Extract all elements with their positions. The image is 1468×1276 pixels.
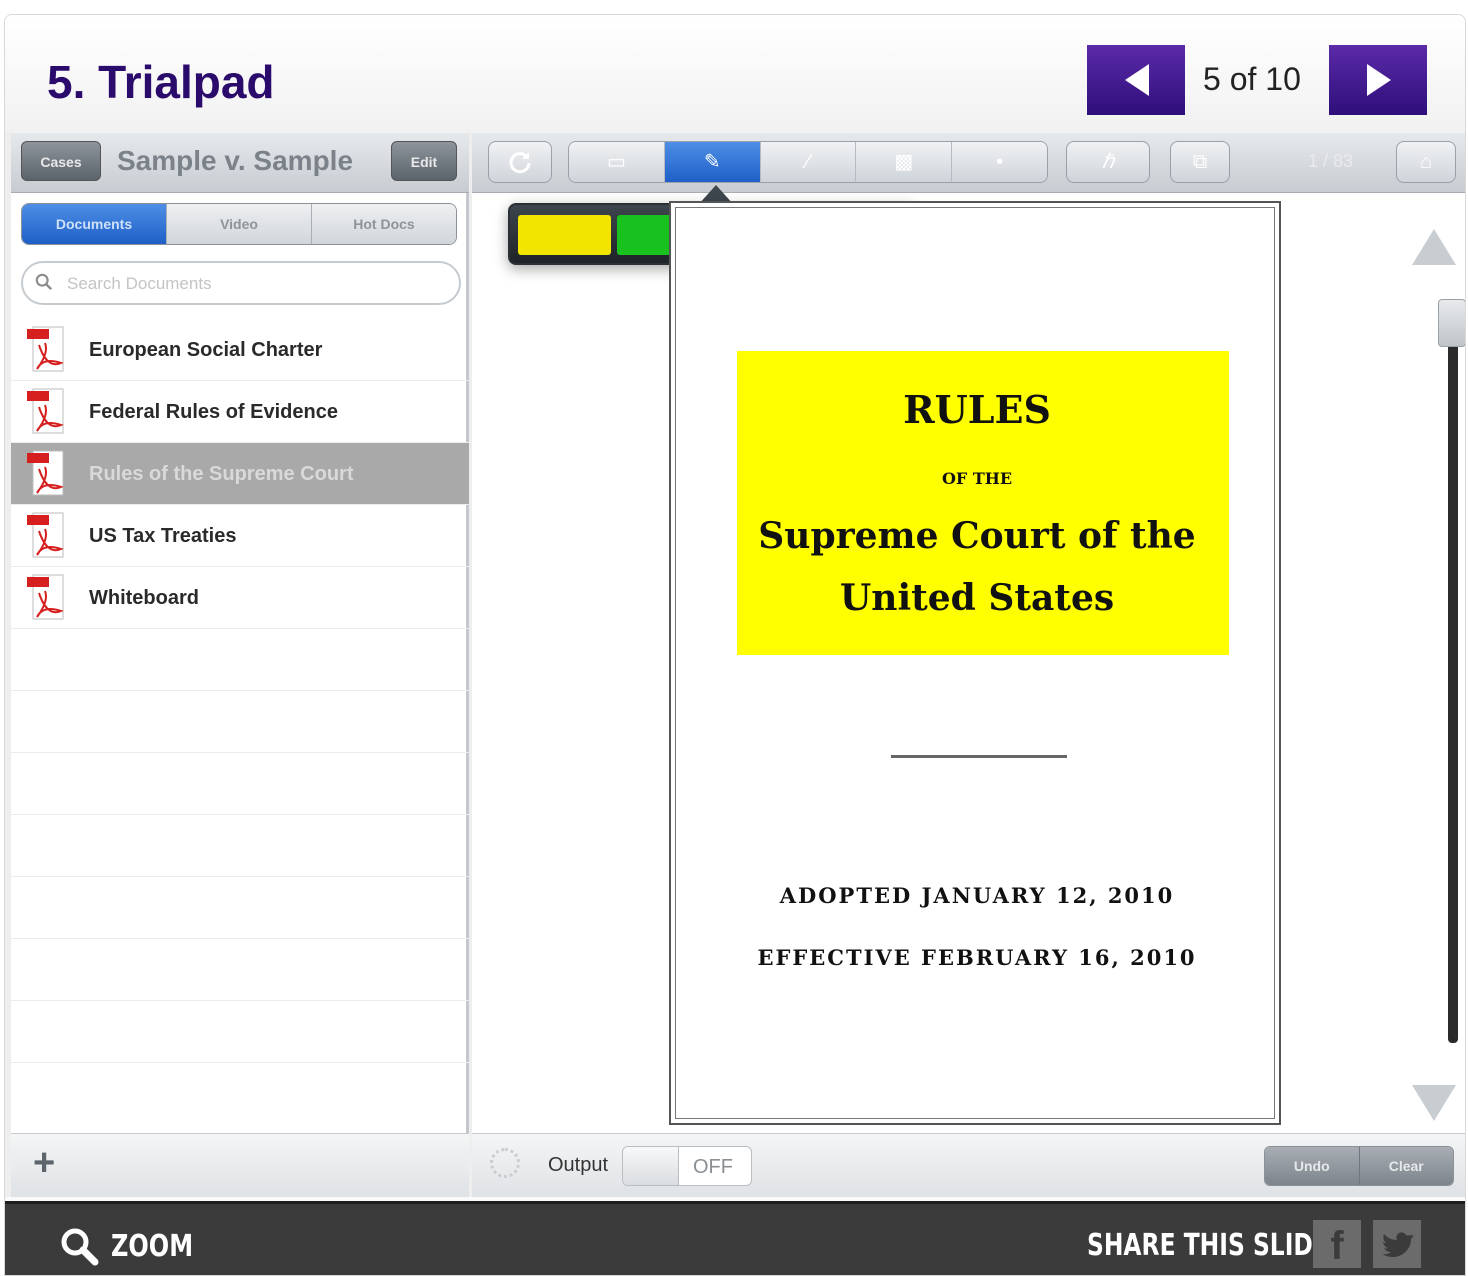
stamp-tool-button[interactable]: • bbox=[952, 142, 1047, 182]
pdf-icon bbox=[27, 512, 64, 558]
arrow-right-icon bbox=[1367, 64, 1391, 96]
add-document-button[interactable]: + bbox=[33, 1142, 55, 1185]
empty-row bbox=[11, 877, 469, 939]
page-scrollbar[interactable] bbox=[1448, 313, 1458, 1043]
output-label: Output bbox=[548, 1154, 609, 1176]
pdf-icon bbox=[27, 326, 64, 372]
viewer-footer: Output OFF Undo Clear bbox=[472, 1133, 1465, 1197]
zoom-label: ZOOM bbox=[111, 1228, 194, 1264]
signature-button[interactable]: ℏ bbox=[1066, 141, 1150, 183]
share-icon: ⧉ bbox=[1192, 151, 1208, 173]
document-label: US Tax Treaties bbox=[89, 525, 237, 547]
slide-header: 5. Trialpad 5 of 10 bbox=[5, 15, 1465, 133]
documents-footer: + bbox=[11, 1133, 469, 1197]
rotate-icon bbox=[509, 152, 531, 174]
zoom-button[interactable]: ZOOM bbox=[59, 1226, 214, 1266]
empty-row bbox=[11, 815, 469, 877]
home-icon: ⌂ bbox=[1419, 151, 1433, 173]
divider bbox=[891, 755, 1067, 758]
callout-icon: ▭ bbox=[606, 151, 626, 173]
slide-bottom-bar: ZOOM SHARE THIS SLIDE f bbox=[5, 1201, 1465, 1275]
page-count: 1 / 83 bbox=[1308, 151, 1354, 171]
annotation-tools: ▭ ✎ ∕ ▩ • bbox=[568, 141, 1048, 183]
toggle-state: OFF bbox=[693, 1156, 733, 1178]
document-row-rules-of-the-supreme-court[interactable]: Rules of the Supreme Court bbox=[11, 443, 469, 505]
pen-tool-button[interactable]: ∕ bbox=[760, 142, 857, 182]
document-list: European Social Charter Federal Rules of… bbox=[11, 319, 469, 1063]
arrow-left-icon bbox=[1125, 64, 1149, 96]
twitter-bird-icon bbox=[1382, 1232, 1414, 1257]
pdf-icon bbox=[27, 388, 64, 434]
document-court-line-1: Supreme Court of the bbox=[758, 515, 1196, 557]
slide-counter: 5 of 10 bbox=[1203, 61, 1301, 97]
magnifier-icon bbox=[61, 1228, 99, 1266]
adopted-date: ADOPTED JANUARY 12, 2010 bbox=[779, 883, 1175, 908]
search-icon bbox=[35, 273, 53, 291]
redact-icon: ▩ bbox=[894, 151, 914, 173]
twitter-icon[interactable] bbox=[1373, 1220, 1421, 1268]
signature-icon: ℏ bbox=[1101, 151, 1115, 173]
document-type-tabs: Documents Video Hot Docs bbox=[21, 203, 457, 245]
document-label: European Social Charter bbox=[89, 339, 323, 361]
document-row-european-social-charter[interactable]: European Social Charter bbox=[11, 319, 469, 381]
color-swatch-yellow[interactable] bbox=[518, 215, 611, 255]
toggle-knob bbox=[623, 1147, 679, 1185]
empty-row bbox=[11, 1001, 469, 1063]
document-subheading: OF THE bbox=[941, 469, 1013, 488]
case-navbar: Cases Sample v. Sample Edit bbox=[11, 133, 469, 193]
scroll-up-icon[interactable] bbox=[1412, 229, 1456, 265]
search-documents-field[interactable]: Search Documents bbox=[21, 261, 461, 305]
share-this-slide-label: SHARE THIS SLIDE bbox=[1087, 1228, 1329, 1263]
document-label: Federal Rules of Evidence bbox=[89, 401, 338, 423]
tab-hot-docs[interactable]: Hot Docs bbox=[312, 204, 456, 244]
document-row-whiteboard[interactable]: Whiteboard bbox=[11, 567, 469, 629]
document-page[interactable]: RULES OF THE Supreme Court of the United… bbox=[669, 201, 1281, 1125]
tab-documents[interactable]: Documents bbox=[22, 204, 167, 244]
document-viewer: ▭ ✎ ∕ ▩ • ℏ ⧉ 1 / 83 ⌂ RULES OF THE Supr… bbox=[472, 133, 1465, 1197]
document-row-us-tax-treaties[interactable]: US Tax Treaties bbox=[11, 505, 469, 567]
previous-slide-button[interactable] bbox=[1087, 45, 1185, 115]
pdf-icon bbox=[27, 450, 64, 496]
share-button[interactable]: ⧉ bbox=[1170, 141, 1230, 183]
slide-title: 5. Trialpad bbox=[47, 56, 275, 108]
documents-pane: Cases Sample v. Sample Edit Documents Vi… bbox=[11, 133, 469, 1197]
search-placeholder: Search Documents bbox=[67, 274, 212, 293]
callout-tool-button[interactable]: ▭ bbox=[569, 142, 665, 182]
document-heading: RULES bbox=[903, 387, 1051, 432]
output-toggle[interactable]: OFF bbox=[622, 1146, 752, 1186]
empty-row bbox=[11, 939, 469, 1001]
slideshow-frame: 5. Trialpad 5 of 10 Cases Sample v. Samp… bbox=[4, 14, 1466, 1276]
app-screenshot: Cases Sample v. Sample Edit Documents Vi… bbox=[5, 133, 1465, 1197]
document-label: Whiteboard bbox=[89, 587, 199, 609]
highlighter-tool-button[interactable]: ✎ bbox=[664, 142, 761, 182]
edit-button[interactable]: Edit bbox=[391, 141, 457, 181]
pen-icon: ∕ bbox=[806, 151, 810, 173]
empty-row bbox=[11, 691, 469, 753]
scroll-down-icon[interactable] bbox=[1412, 1085, 1456, 1121]
case-title: Sample v. Sample bbox=[117, 145, 354, 176]
cases-button[interactable]: Cases bbox=[21, 141, 101, 181]
clear-button[interactable]: Clear bbox=[1359, 1147, 1453, 1185]
pdf-icon bbox=[27, 574, 64, 620]
viewer-toolbar: ▭ ✎ ∕ ▩ • ℏ ⧉ 1 / 83 ⌂ bbox=[472, 133, 1465, 193]
undo-button[interactable]: Undo bbox=[1265, 1147, 1360, 1185]
redact-tool-button[interactable]: ▩ bbox=[856, 142, 953, 182]
document-court-line-2: United States bbox=[839, 577, 1115, 619]
facebook-icon[interactable]: f bbox=[1313, 1220, 1361, 1268]
page-scroll-thumb[interactable] bbox=[1438, 299, 1465, 347]
highlighter-icon: ✎ bbox=[703, 151, 721, 173]
effective-date: EFFECTIVE FEBRUARY 16, 2010 bbox=[757, 945, 1197, 970]
document-row-federal-rules-of-evidence[interactable]: Federal Rules of Evidence bbox=[11, 381, 469, 443]
rotate-button[interactable] bbox=[488, 141, 552, 183]
tab-video[interactable]: Video bbox=[167, 204, 312, 244]
stamp-icon: • bbox=[996, 151, 1004, 173]
empty-row bbox=[11, 753, 469, 815]
home-button[interactable]: ⌂ bbox=[1396, 141, 1456, 183]
next-slide-button[interactable] bbox=[1329, 45, 1427, 115]
settings-gear-icon[interactable] bbox=[490, 1148, 520, 1178]
document-label: Rules of the Supreme Court bbox=[89, 463, 354, 485]
undo-clear-controls: Undo Clear bbox=[1264, 1146, 1454, 1186]
empty-row bbox=[11, 629, 469, 691]
